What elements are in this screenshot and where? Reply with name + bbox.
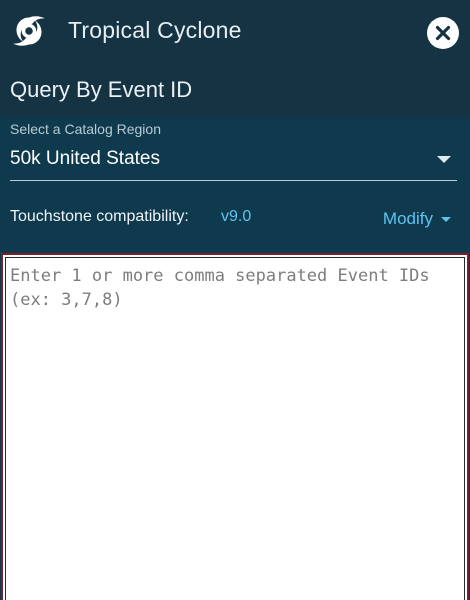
hurricane-icon [10,12,48,50]
close-button[interactable] [427,17,459,49]
app-title: Tropical Cyclone [68,17,242,43]
catalog-region-select[interactable]: 50k United States [10,140,457,181]
chevron-down-icon [437,156,451,163]
panel-subtitle: Query By Event ID [10,77,193,102]
panel-header: Tropical Cyclone Query By Event ID [0,0,470,117]
close-icon [435,25,451,41]
compatibility-label: Touchstone compatibility: [10,208,189,225]
event-ids-field-wrapper [1,253,469,600]
query-panel: Tropical Cyclone Query By Event ID Selec… [0,0,470,600]
region-select-label: Select a Catalog Region [10,121,161,137]
touchstone-compatibility-row: Touchstone compatibility: v9.0 Modify [10,207,457,231]
compatibility-version: v9.0 [221,208,252,225]
modify-label: Modify [382,209,433,228]
event-ids-textarea[interactable] [6,258,464,600]
modify-button[interactable]: Modify [383,209,451,229]
title-bar: Tropical Cyclone [0,0,470,66]
region-selected-value: 50k United States [10,148,160,169]
event-ids-field-frame [5,257,465,600]
caret-down-icon [441,217,451,222]
